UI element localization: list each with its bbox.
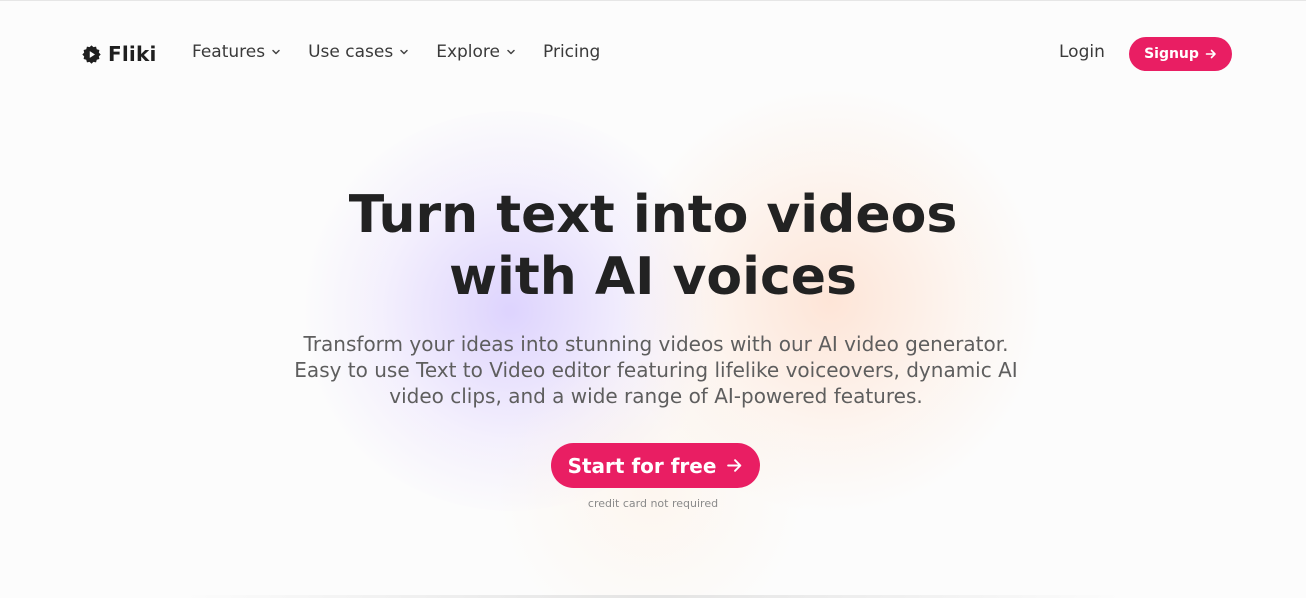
arrow-right-icon [1205,49,1216,59]
nav-item-pricing[interactable]: Pricing [543,42,600,62]
cta-label: Start for free [567,453,717,478]
nav-item-features[interactable]: Features [192,42,281,62]
fliki-logo-icon [82,44,101,64]
hero-title: Turn text into videos with AI voices [0,184,1306,308]
hero-title-line: with AI voices [448,247,858,307]
nav-item-label: Use cases [308,42,394,62]
nav-item-explore[interactable]: Explore [436,42,516,62]
landing-page: Fliki Features Use cases Explore Pricing… [0,0,1306,598]
hero-subtitle-line: Easy to use Text to Video editor featuri… [294,358,1018,382]
hero-title-line: Turn text into videos [348,185,958,245]
top-navigation: Fliki Features Use cases Explore Pricing… [0,1,1306,105]
nav-item-use-cases[interactable]: Use cases [308,42,409,62]
start-for-free-button[interactable]: Start for free [551,443,760,488]
nav-item-label: Explore [436,42,501,62]
nav-links: Features Use cases Explore Pricing [192,42,600,62]
chevron-down-icon [507,49,515,55]
nav-item-label: Features [192,42,266,62]
brand-name: Fliki [108,42,157,66]
signup-label: Signup [1144,46,1199,62]
brand-logo[interactable]: Fliki [81,42,157,66]
chevron-down-icon [272,49,280,55]
hero-subtitle-line: Transform your ideas into stunning video… [303,332,1009,356]
nav-item-label: Pricing [543,42,601,62]
hero-subtitle-line: video clips, and a wide range of AI-powe… [389,384,923,408]
arrow-right-icon [727,459,742,472]
signup-button[interactable]: Signup [1129,37,1232,71]
cta-note: credit card not required [587,497,719,510]
chevron-down-icon [400,49,408,55]
hero-subtitle: Transform your ideas into stunning video… [278,331,1034,409]
login-link[interactable]: Login [1059,42,1105,62]
